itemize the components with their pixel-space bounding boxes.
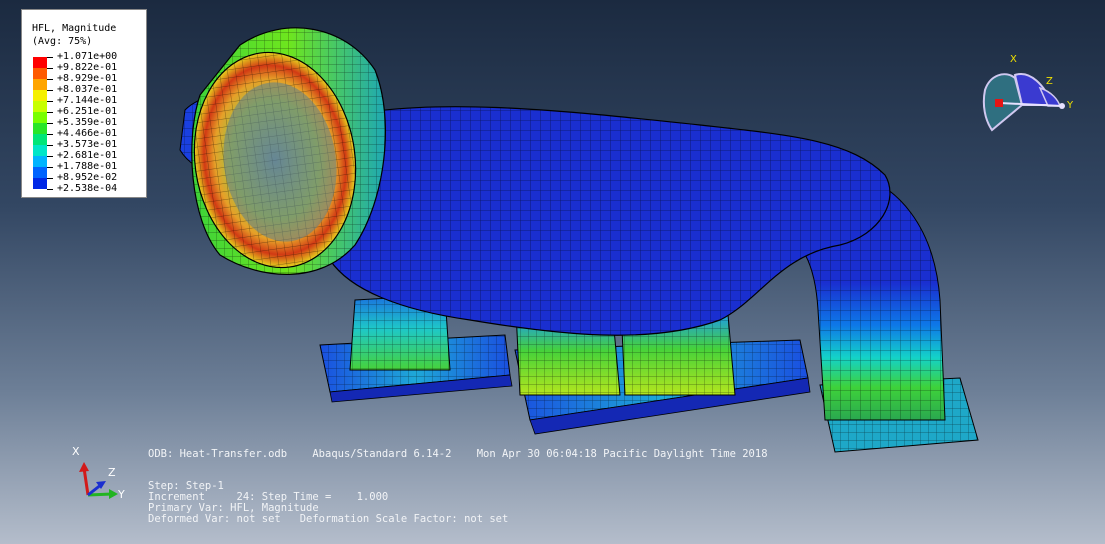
legend-swatch — [33, 79, 47, 90]
legend-label: +2.538e-04 — [57, 183, 118, 194]
contour-legend: HFL, Magnitude (Avg: 75%) +1.071e+00 +9.8… — [21, 9, 147, 198]
legend-tick — [47, 156, 53, 157]
legend-swatch — [33, 145, 47, 156]
legend-swatch — [33, 123, 47, 134]
legend-label: +7.144e-01 — [57, 95, 118, 106]
legend-swatch — [33, 167, 47, 178]
legend-label: +5.359e-01 — [57, 117, 118, 128]
legend-swatch — [33, 156, 47, 167]
legend-label: +1.788e-01 — [57, 161, 118, 172]
legend-swatch — [33, 57, 47, 68]
odb-info-line: ODB: Heat-Transfer.odb Abaqus/Standard 6… — [148, 448, 768, 460]
legend-subtitle: (Avg: 75%) — [32, 36, 93, 47]
legend-swatch — [33, 134, 47, 145]
legend-label: +6.251e-01 — [57, 106, 118, 117]
legend-labels: +1.071e+00 +9.822e-01 +8.929e-01 +8.037e-01… — [57, 51, 117, 194]
legend-tick — [47, 112, 53, 113]
legend-title: HFL, Magnitude — [32, 23, 117, 34]
legend-tick — [47, 167, 53, 168]
legend-label: +2.681e-01 — [57, 150, 118, 161]
legend-tick — [47, 68, 53, 69]
legend-swatch — [33, 90, 47, 101]
legend-tick — [47, 101, 53, 102]
legend-label: +4.466e-01 — [57, 128, 118, 139]
model-viewport[interactable] — [0, 0, 1105, 544]
viewcube-y-label: Y — [1067, 100, 1074, 111]
legend-swatch — [33, 68, 47, 79]
legend-tick — [47, 189, 53, 190]
legend-swatch — [33, 178, 47, 189]
triad-y-label: Y — [118, 488, 125, 501]
legend-tick — [47, 145, 53, 146]
legend-swatch — [33, 112, 47, 123]
legend-tick — [47, 123, 53, 124]
deformed-var-line: Deformed Var: not set Deformation Scale … — [148, 513, 509, 525]
viewcube-x-label: X — [1010, 54, 1017, 65]
legend-label: +8.952e-02 — [57, 172, 118, 183]
legend-label: +9.822e-01 — [57, 62, 118, 73]
legend-tick — [47, 90, 53, 91]
legend-label: +8.037e-01 — [57, 84, 118, 95]
legend-label: +1.071e+00 — [57, 51, 118, 62]
viewcube-z-label: Z — [1046, 76, 1053, 87]
triad-x-label: X — [72, 445, 80, 458]
legend-color-bar — [33, 57, 47, 189]
legend-label: +8.929e-01 — [57, 73, 118, 84]
legend-tick — [47, 79, 53, 80]
legend-tick — [47, 134, 53, 135]
legend-label: +3.573e-01 — [57, 139, 118, 150]
legend-swatch — [33, 101, 47, 112]
main-plenum — [329, 106, 891, 336]
legend-tick — [47, 57, 53, 58]
legend-tick — [47, 178, 53, 179]
triad-z-label: Z — [108, 466, 116, 479]
